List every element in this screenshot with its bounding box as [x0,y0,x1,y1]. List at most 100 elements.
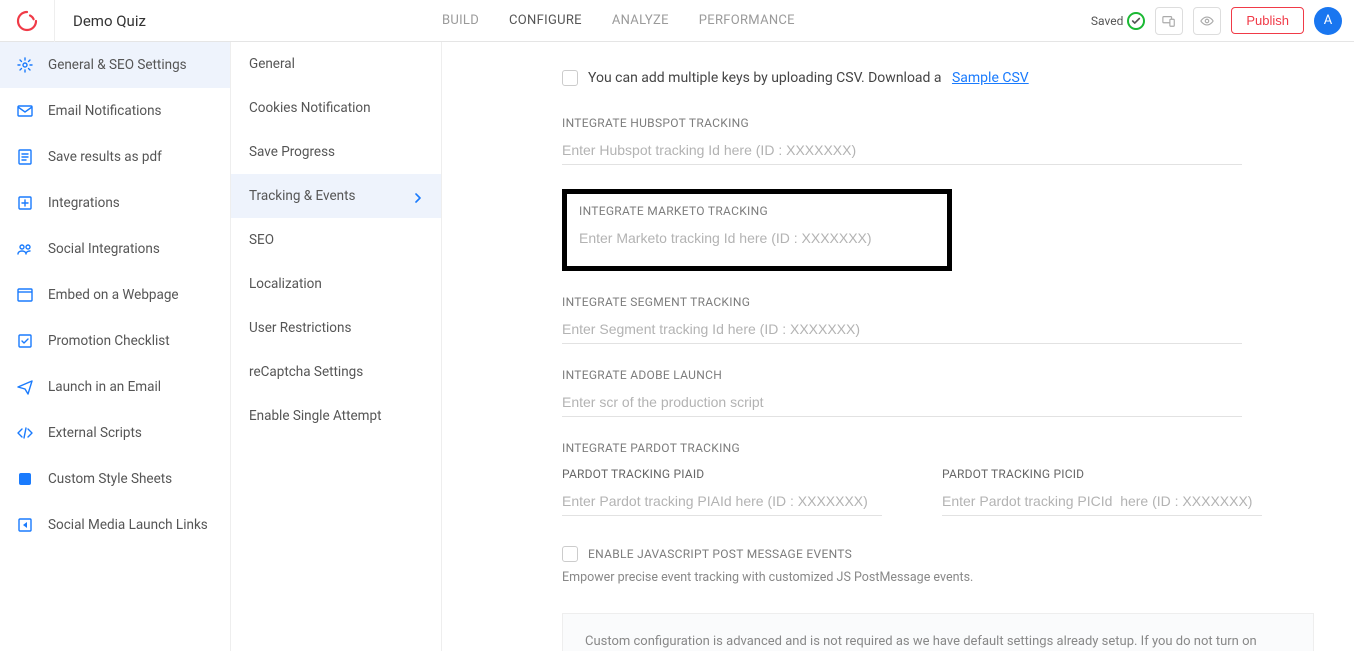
sidebar-item-launch-email[interactable]: Launch in an Email [0,364,230,410]
embed-icon [16,286,34,304]
checklist-icon [16,332,34,350]
sub-item-label: Cookies Notification [249,100,371,116]
sidebar-item-social-launch[interactable]: Social Media Launch Links [0,502,230,548]
sidebar-item-label: Promotion Checklist [48,333,170,349]
hubspot-label: INTEGRATE HUBSPOT TRACKING [562,116,1242,130]
sub-item-label: SEO [249,232,274,248]
pardot-picid-label: PARDOT TRACKING PICID [942,467,1262,481]
sub-item-seo[interactable]: SEO [231,218,441,262]
sub-item-single-attempt[interactable]: Enable Single Attempt [231,394,441,438]
users-icon [16,240,34,258]
adobe-field: INTEGRATE ADOBE LAUNCH [562,368,1242,417]
sub-item-label: User Restrictions [249,320,351,336]
sub-item-localization[interactable]: Localization [231,262,441,306]
segment-label: INTEGRATE SEGMENT TRACKING [562,295,1242,309]
pdf-icon [16,148,34,166]
pardot-piaid-label: PARDOT TRACKING PIAID [562,467,882,481]
avatar[interactable]: A [1314,7,1342,35]
sidebar-item-pdf[interactable]: Save results as pdf [0,134,230,180]
sidebar-item-scripts[interactable]: External Scripts [0,410,230,456]
integrations-icon [16,194,34,212]
nav-performance[interactable]: PERFORMANCE [699,13,795,28]
sidebar-item-general-seo[interactable]: General & SEO Settings [0,42,230,88]
check-icon [1127,12,1145,30]
sub-item-label: Localization [249,276,322,292]
csv-checkbox[interactable] [562,70,578,86]
sidebar-item-label: Social Media Launch Links [48,517,208,533]
sub-item-cookies[interactable]: Cookies Notification [231,86,441,130]
sub-item-save-progress[interactable]: Save Progress [231,130,441,174]
top-right: Saved Publish A [1091,7,1342,35]
saved-label: Saved [1091,14,1123,28]
nav-build[interactable]: BUILD [442,13,479,28]
js-events-label: ENABLE JAVASCRIPT POST MESSAGE EVENTS [588,547,852,561]
preview-button[interactable] [1193,7,1221,35]
nav-configure[interactable]: CONFIGURE [509,13,582,28]
sidebar-item-label: Integrations [48,195,120,211]
sidebar-item-promotion[interactable]: Promotion Checklist [0,318,230,364]
quiz-title: Demo Quiz [55,12,146,30]
sub-item-user-restrictions[interactable]: User Restrictions [231,306,441,350]
code-icon [16,424,34,442]
sub-item-label: Save Progress [249,144,335,160]
csv-text: You can add multiple keys by uploading C… [588,70,942,86]
js-events-desc: Empower precise event tracking with cust… [562,570,1314,585]
saved-indicator: Saved [1091,12,1145,30]
sidebar-item-label: Social Integrations [48,241,160,257]
send-icon [16,378,34,396]
sidebar-item-label: Save results as pdf [48,149,162,165]
adobe-input[interactable] [562,390,1242,417]
sidebar-item-css[interactable]: Custom Style Sheets [0,456,230,502]
sample-csv-link[interactable]: Sample CSV [952,70,1029,86]
sidebar-item-label: Email Notifications [48,103,162,119]
hubspot-input[interactable] [562,138,1242,165]
custom-config-info: Custom configuration is advanced and is … [562,613,1314,651]
main-content: You can add multiple keys by uploading C… [442,42,1354,651]
topbar: Demo Quiz BUILD CONFIGURE ANALYZE PERFOR… [0,0,1354,42]
nav-analyze[interactable]: ANALYZE [612,13,669,28]
js-events-row: ENABLE JAVASCRIPT POST MESSAGE EVENTS [562,546,1314,562]
sidebar-item-label: External Scripts [48,425,142,441]
sub-item-tracking[interactable]: Tracking & Events [231,174,441,218]
pardot-picid-field: PARDOT TRACKING PICID [942,467,1262,516]
marketo-field-highlight: INTEGRATE MARKETO TRACKING [562,189,952,271]
sidebar-item-integrations[interactable]: Integrations [0,180,230,226]
sidebar-item-email[interactable]: Email Notifications [0,88,230,134]
toggle-device-button[interactable] [1155,7,1183,35]
sidebar-item-label: Embed on a Webpage [48,287,179,303]
marketo-label: INTEGRATE MARKETO TRACKING [579,204,935,218]
chevron-right-icon [413,191,423,201]
js-events-checkbox[interactable] [562,546,578,562]
gear-icon [16,56,34,74]
pardot-piaid-field: PARDOT TRACKING PIAID [562,467,882,516]
adobe-label: INTEGRATE ADOBE LAUNCH [562,368,1242,382]
pardot-heading: INTEGRATE PARDOT TRACKING [562,441,1314,455]
sidebar-primary: General & SEO Settings Email Notificatio… [0,42,231,651]
logo[interactable] [0,0,55,42]
sidebar-item-label: General & SEO Settings [48,57,187,73]
publish-button[interactable]: Publish [1231,7,1304,34]
sidebar-item-social[interactable]: Social Integrations [0,226,230,272]
csv-upload-row: You can add multiple keys by uploading C… [562,70,1314,86]
sidebar-item-label: Custom Style Sheets [48,471,172,487]
sub-item-label: Enable Single Attempt [249,408,382,424]
pardot-row: PARDOT TRACKING PIAID PARDOT TRACKING PI… [562,467,1262,516]
info-text: Custom configuration is advanced and is … [585,634,1257,651]
pardot-piaid-input[interactable] [562,489,882,516]
sub-item-general[interactable]: General [231,42,441,86]
css-icon [16,470,34,488]
sub-item-label: reCaptcha Settings [249,364,363,380]
share-icon [16,516,34,534]
hubspot-field: INTEGRATE HUBSPOT TRACKING [562,116,1242,165]
sidebar-item-embed[interactable]: Embed on a Webpage [0,272,230,318]
segment-field: INTEGRATE SEGMENT TRACKING [562,295,1242,344]
sub-item-recaptcha[interactable]: reCaptcha Settings [231,350,441,394]
marketo-input[interactable] [579,226,935,252]
sub-item-label: General [249,56,295,72]
sidebar-item-label: Launch in an Email [48,379,161,395]
segment-input[interactable] [562,317,1242,344]
sidebar-secondary: General Cookies Notification Save Progre… [231,42,442,651]
sub-item-label: Tracking & Events [249,188,356,204]
top-nav: BUILD CONFIGURE ANALYZE PERFORMANCE [146,13,1091,28]
pardot-picid-input[interactable] [942,489,1262,516]
